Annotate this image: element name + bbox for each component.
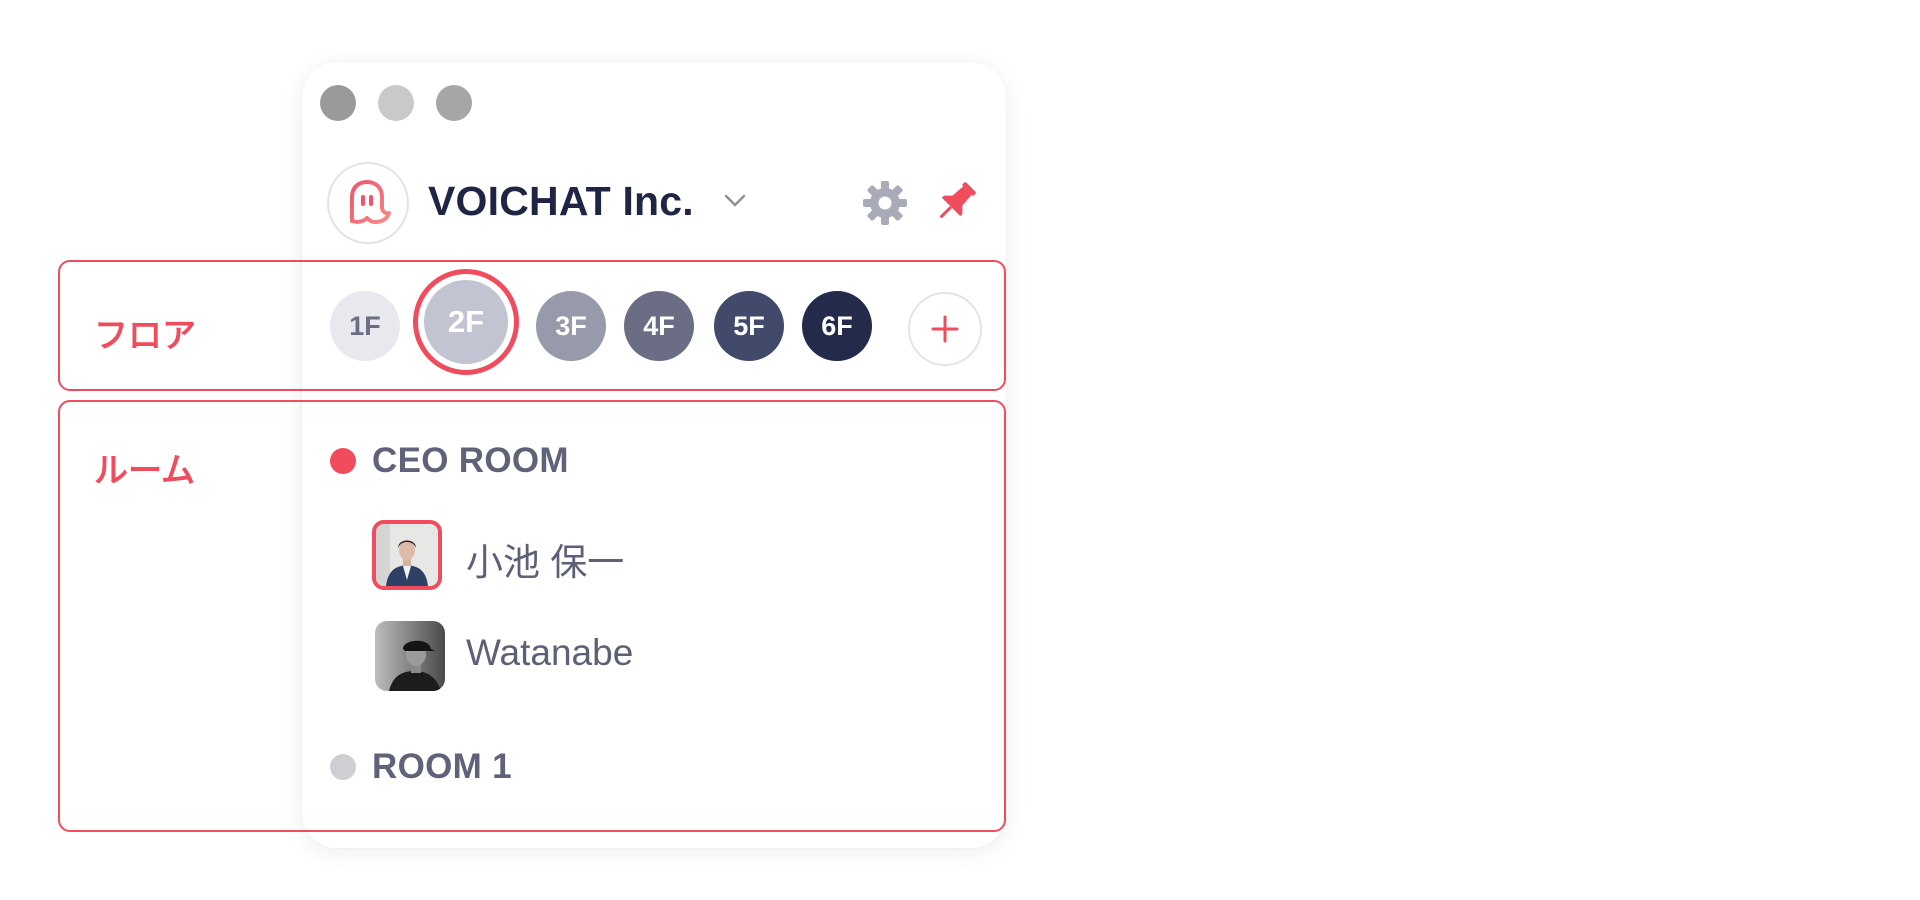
- room-annotation-label: ルーム: [94, 452, 195, 490]
- chevron-down-icon[interactable]: [724, 194, 746, 208]
- floor-annotation-label: フロア: [94, 317, 196, 355]
- voichat-ghost-logo-icon[interactable]: [327, 162, 409, 244]
- window-maximize-button[interactable]: [436, 85, 472, 121]
- pin-icon[interactable]: [932, 178, 980, 226]
- window-close-button[interactable]: [320, 85, 356, 121]
- workspace-name[interactable]: VOICHAT Inc.: [428, 178, 694, 225]
- floor-annotation-box: [58, 260, 1006, 391]
- room-annotation-box: [58, 400, 1006, 832]
- gear-icon[interactable]: [862, 180, 908, 226]
- window-minimize-button[interactable]: [378, 85, 414, 121]
